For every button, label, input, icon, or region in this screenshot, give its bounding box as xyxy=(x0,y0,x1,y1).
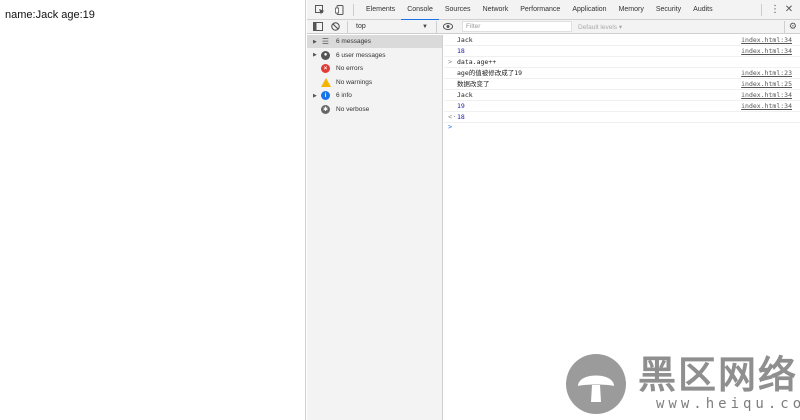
console-message-text: Jack xyxy=(457,91,473,99)
sidebar-item-label: No warnings xyxy=(336,78,373,86)
input-prefix: > xyxy=(448,58,453,66)
user-icon: ● xyxy=(321,50,330,60)
filter-input[interactable]: Filter xyxy=(462,21,572,32)
console-prompt[interactable]: > xyxy=(444,123,800,134)
page-output-text: name:Jack age:19 xyxy=(5,9,95,21)
toolbar-divider-2 xyxy=(436,20,437,33)
chevron-down-icon: ▼ xyxy=(422,23,428,30)
console-message-text: 18 xyxy=(457,113,465,121)
console-message-text: data.age++ xyxy=(457,58,497,66)
console-message: Jack index.html:34 xyxy=(444,90,800,101)
toolbar-divider-3 xyxy=(783,20,785,33)
tab-elements[interactable]: Elements xyxy=(360,0,401,20)
tab-security[interactable]: Security xyxy=(650,0,687,20)
result-prefix: <· xyxy=(448,113,457,121)
gear-icon[interactable]: ⚙ xyxy=(789,21,797,32)
tab-console[interactable]: Console xyxy=(401,0,439,21)
sidebar-item-info[interactable]: ▶ i 6 info xyxy=(307,89,442,102)
console-message-text: Jack xyxy=(457,36,473,44)
source-link[interactable]: index.html:34 xyxy=(741,46,792,57)
warning-icon xyxy=(321,77,331,87)
device-toolbar-icon[interactable] xyxy=(333,3,347,17)
source-link[interactable]: index.html:34 xyxy=(741,101,792,112)
error-icon: × xyxy=(321,64,330,73)
console-message-text: age的值被修改成了19 xyxy=(457,69,523,77)
console-message: 18 index.html:34 xyxy=(444,46,800,57)
devtools-tabbar: Elements Console Sources Network Perform… xyxy=(307,0,800,21)
toolbar-divider xyxy=(347,20,348,33)
sidebar-item-label: 6 messages xyxy=(336,38,372,45)
sidebar-item-warnings[interactable]: No warnings xyxy=(307,76,442,89)
sidebar-item-messages[interactable]: ▶ ☰ 6 messages xyxy=(307,35,442,48)
console-toolbar: top ▼ Filter Default levels ▾ ⚙ xyxy=(307,20,800,34)
eye-icon[interactable] xyxy=(442,21,454,33)
tabbar-divider-right xyxy=(761,3,762,16)
tab-sources[interactable]: Sources xyxy=(439,0,477,20)
sidebar-item-errors[interactable]: × No errors xyxy=(307,62,442,75)
sidebar-item-user-messages[interactable]: ▶ ● 6 user messages xyxy=(307,49,442,62)
expand-arrow-icon: ▶ xyxy=(313,38,317,45)
sidebar-item-verbose[interactable]: ✱ No verbose xyxy=(307,103,442,116)
console-input-echo: > data.age++ xyxy=(444,57,800,68)
expand-arrow-icon: ▶ xyxy=(313,92,317,99)
source-link[interactable]: index.html:25 xyxy=(741,79,792,90)
tabbar-divider xyxy=(353,3,354,16)
devtools-panel: Elements Console Sources Network Perform… xyxy=(307,0,800,420)
tabbar-right-controls: ⋮ ✕ xyxy=(755,0,800,20)
console-output: Jack index.html:34 18 index.html:34 > da… xyxy=(444,35,800,420)
more-options-icon[interactable]: ⋮ xyxy=(768,0,782,20)
console-message-text: 数据改变了 xyxy=(457,80,490,88)
sidebar-item-label: 6 user messages xyxy=(336,51,386,59)
close-devtools-icon[interactable]: ✕ xyxy=(782,0,796,20)
tab-memory[interactable]: Memory xyxy=(613,0,650,20)
page-viewport: name:Jack age:19 xyxy=(0,0,306,420)
list-icon: ☰ xyxy=(321,37,330,46)
console-message: 19 index.html:34 xyxy=(444,101,800,112)
console-message: age的值被修改成了19 index.html:23 xyxy=(444,68,800,79)
info-icon: i xyxy=(321,91,330,100)
inspect-element-icon[interactable] xyxy=(313,3,327,17)
console-message-text: 19 xyxy=(457,102,465,110)
log-levels-dropdown[interactable]: Default levels ▾ xyxy=(578,23,622,31)
console-message: Jack index.html:34 xyxy=(444,35,800,46)
source-link[interactable]: index.html:34 xyxy=(741,35,792,46)
console-sidebar: ▶ ☰ 6 messages ▶ ● 6 user messages × No … xyxy=(307,35,443,420)
context-selector-value: top xyxy=(356,23,366,30)
sidebar-item-label: No verbose xyxy=(336,105,370,113)
tab-audits[interactable]: Audits xyxy=(687,0,718,20)
prompt-chevron-icon: > xyxy=(448,123,453,131)
console-message: 数据改变了 index.html:25 xyxy=(444,79,800,90)
tab-network[interactable]: Network xyxy=(477,0,515,20)
expand-arrow-icon: ▶ xyxy=(313,52,317,58)
sidebar-item-label: 6 info xyxy=(336,92,352,99)
tab-application[interactable]: Application xyxy=(566,0,612,20)
sidebar-item-label: No errors xyxy=(336,65,364,72)
console-result: <· 18 xyxy=(444,112,800,123)
context-selector[interactable]: top ▼ xyxy=(356,21,430,33)
tab-performance[interactable]: Performance xyxy=(514,0,566,20)
clear-console-icon[interactable] xyxy=(329,21,341,33)
console-message-text: 18 xyxy=(457,47,465,55)
source-link[interactable]: index.html:23 xyxy=(741,68,792,79)
verbose-icon: ✱ xyxy=(321,104,330,114)
sidebar-toggle-icon[interactable] xyxy=(312,21,324,33)
source-link[interactable]: index.html:34 xyxy=(741,90,792,101)
